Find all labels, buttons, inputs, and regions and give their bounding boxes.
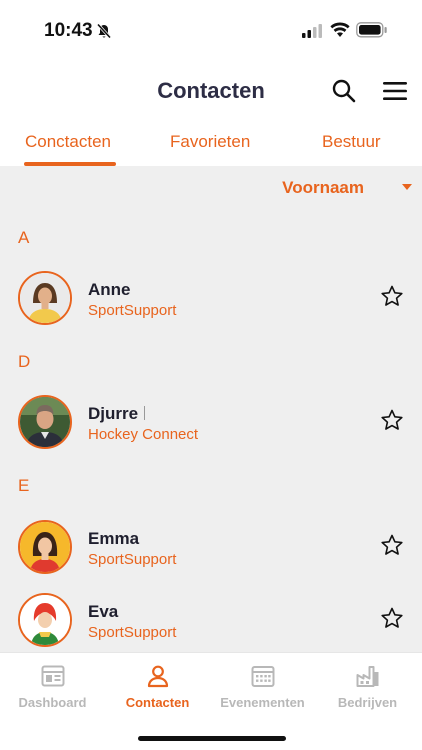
caret-down-icon xyxy=(402,184,412,190)
contacts-icon xyxy=(147,665,168,688)
contact-list[interactable]: Voornaam A Anne SportSupport D Djurre Ho… xyxy=(0,166,422,652)
battery-icon xyxy=(356,22,387,38)
contact-company: Hockey Connect xyxy=(88,426,199,443)
section-letter: A xyxy=(18,228,30,247)
dashboard-icon xyxy=(41,665,64,687)
contact-row[interactable]: Anne SportSupport xyxy=(0,264,422,334)
cellular-signal-icon xyxy=(302,24,322,38)
star-icon[interactable] xyxy=(380,533,404,557)
star-icon[interactable] xyxy=(380,284,404,308)
nav-bedrijven[interactable]: Bedrijven xyxy=(315,663,420,710)
sort-label: Voornaam xyxy=(282,178,364,197)
home-indicator xyxy=(138,736,286,741)
nav-evenementen[interactable]: Evenementen xyxy=(210,663,315,710)
text-cursor xyxy=(144,406,146,420)
contact-company: SportSupport xyxy=(88,551,177,568)
nav-label: Dashboard xyxy=(18,695,87,710)
nav-dashboard[interactable]: Dashboard xyxy=(0,663,105,710)
avatar xyxy=(18,271,72,325)
contact-name: Anne xyxy=(88,280,131,299)
hamburger-menu-icon[interactable] xyxy=(380,78,410,104)
tab-bestuur[interactable]: Bestuur xyxy=(322,132,381,152)
nav-label: Contacten xyxy=(125,695,190,710)
contact-name: Emma xyxy=(88,529,140,548)
wifi-icon xyxy=(330,22,350,37)
nav-label: Bedrijven xyxy=(337,695,398,710)
section-letter: E xyxy=(18,476,30,495)
tab-contacten[interactable]: Conctacten xyxy=(25,132,111,152)
contact-name: Eva xyxy=(88,602,119,621)
contact-company: SportSupport xyxy=(88,302,177,319)
star-icon[interactable] xyxy=(380,606,404,630)
calendar-icon xyxy=(251,666,274,687)
avatar-image xyxy=(20,397,70,447)
page-title: Contacten xyxy=(157,78,265,103)
avatar-image xyxy=(20,522,70,572)
bell-off-icon xyxy=(96,23,112,39)
status-time: 10:43 xyxy=(44,20,93,41)
tab-favorieten[interactable]: Favorieten xyxy=(170,132,250,152)
avatar-image xyxy=(20,595,70,645)
avatar xyxy=(18,593,72,647)
search-icon[interactable] xyxy=(330,77,358,105)
contact-row[interactable]: Djurre Hockey Connect xyxy=(0,388,422,458)
avatar-image xyxy=(20,273,70,323)
contact-row[interactable]: Eva SportSupport xyxy=(0,586,422,652)
avatar xyxy=(18,395,72,449)
star-icon[interactable] xyxy=(380,408,404,432)
status-bar: 10:43 xyxy=(0,0,422,64)
section-letter: D xyxy=(18,352,31,371)
avatar xyxy=(18,520,72,574)
nav-contacten[interactable]: Contacten xyxy=(105,663,210,710)
contact-row[interactable]: Emma SportSupport xyxy=(0,513,422,583)
nav-label: Evenementen xyxy=(220,695,305,710)
tab-bar: Conctacten Favorieten Bestuur xyxy=(0,118,422,166)
factory-icon xyxy=(356,666,378,687)
app-header: Contacten xyxy=(0,64,422,118)
contact-company: SportSupport xyxy=(88,624,177,641)
contact-name: Djurre xyxy=(88,404,146,424)
